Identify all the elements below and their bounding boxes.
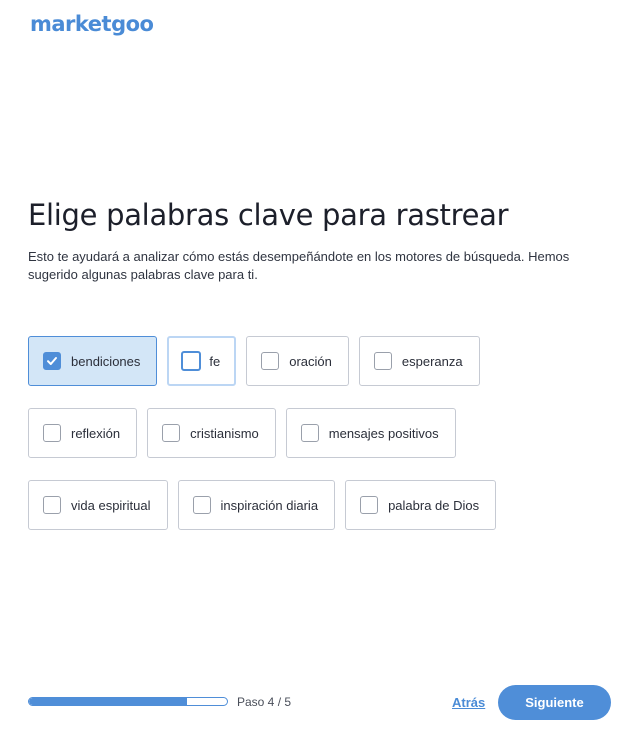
keyword-chip-mensajes-positivos[interactable]: mensajes positivos bbox=[285, 408, 456, 458]
keyword-chip-fe[interactable]: fe bbox=[167, 336, 237, 386]
checkbox[interactable] bbox=[300, 424, 319, 442]
check-icon bbox=[47, 357, 57, 365]
keyword-label: cristianismo bbox=[190, 425, 259, 441]
keyword-row-3: vida espiritual inspiración diaria palab… bbox=[28, 480, 497, 530]
keyword-chip-cristianismo[interactable]: cristianismo bbox=[147, 408, 276, 458]
checkbox[interactable] bbox=[373, 352, 392, 370]
keyword-chip-vida-espiritual[interactable]: vida espiritual bbox=[28, 480, 168, 530]
checkbox[interactable] bbox=[43, 496, 61, 514]
keyword-label: oración bbox=[289, 353, 332, 369]
keyword-label: esperanza bbox=[401, 353, 463, 369]
keyword-chip-inspiracion-diaria[interactable]: inspiración diaria bbox=[177, 480, 336, 530]
keyword-chip-palabra-de-dios[interactable]: palabra de Dios bbox=[345, 480, 497, 530]
keyword-chip-oracion[interactable]: oración bbox=[246, 336, 349, 386]
keyword-label: vida espiritual bbox=[71, 497, 151, 513]
checkbox[interactable] bbox=[43, 424, 61, 442]
checkbox[interactable] bbox=[162, 424, 181, 442]
keyword-label: reflexión bbox=[71, 425, 121, 441]
progress-bar bbox=[28, 697, 228, 706]
page-title: Elige palabras clave para rastrear bbox=[28, 198, 509, 232]
keyword-row-1: bendiciones fe oración esperanza bbox=[28, 336, 480, 386]
checkbox[interactable] bbox=[192, 496, 211, 514]
checkbox[interactable] bbox=[181, 351, 202, 371]
back-link[interactable]: Atrás bbox=[452, 695, 485, 710]
keyword-chip-esperanza[interactable]: esperanza bbox=[358, 336, 480, 386]
checkbox[interactable] bbox=[43, 352, 61, 370]
keyword-label: mensajes positivos bbox=[328, 425, 439, 441]
keyword-label: palabra de Dios bbox=[388, 497, 480, 513]
keyword-label: fe bbox=[209, 353, 221, 369]
checkbox[interactable] bbox=[360, 496, 379, 514]
progress-fill bbox=[29, 698, 188, 705]
keyword-label: inspiración diaria bbox=[220, 497, 319, 513]
page-subtitle: Esto te ayudará a analizar cómo estás de… bbox=[28, 249, 570, 282]
keyword-row-2: reflexión cristianismo mensajes positivo… bbox=[28, 408, 456, 458]
marketgoo-logo: marketgoo bbox=[30, 12, 154, 36]
keyword-chip-bendiciones[interactable]: bendiciones bbox=[28, 336, 158, 386]
step-indicator: Paso 4 / 5 bbox=[237, 695, 292, 709]
keyword-label: bendiciones bbox=[71, 353, 141, 369]
checkbox[interactable] bbox=[261, 352, 280, 370]
next-button[interactable]: Siguiente bbox=[498, 685, 611, 720]
keyword-chip-reflexion[interactable]: reflexión bbox=[28, 408, 138, 458]
